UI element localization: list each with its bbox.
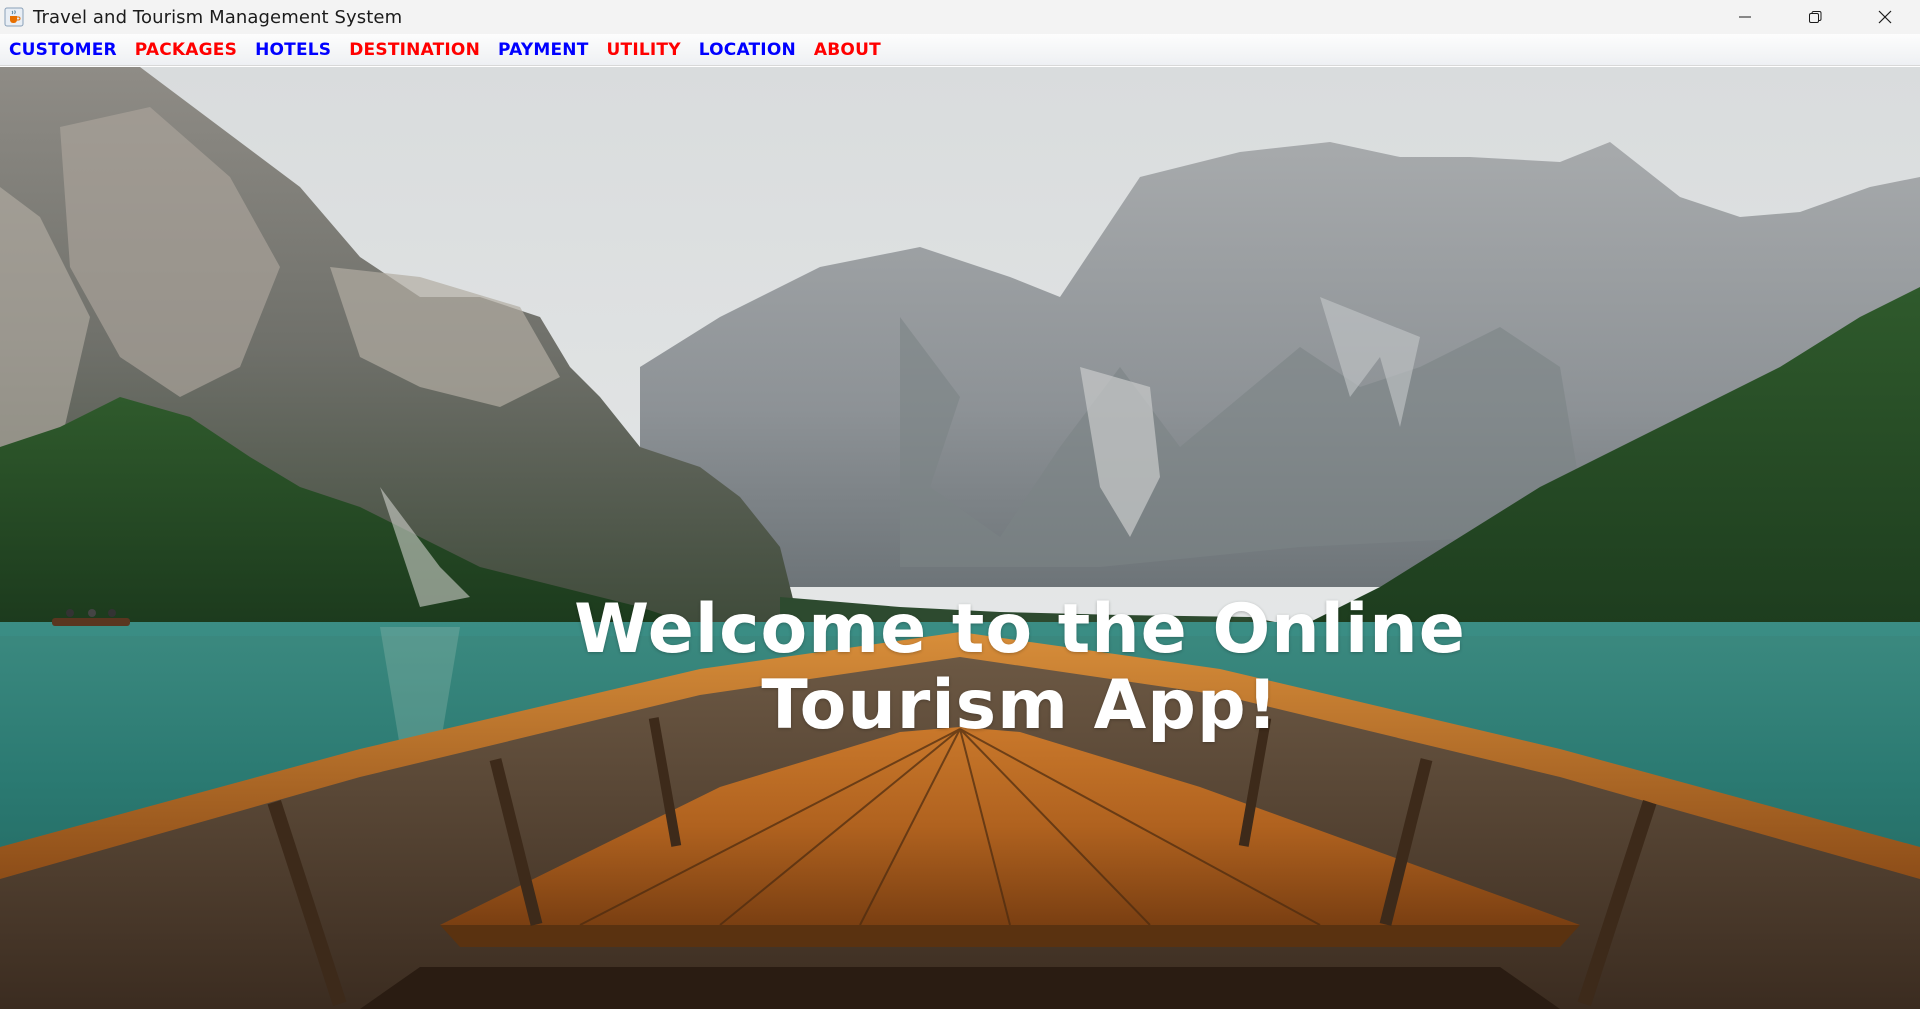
menu-location[interactable]: LOCATION	[699, 40, 796, 60]
menu-utility[interactable]: UTILITY	[607, 40, 681, 60]
close-icon	[1878, 10, 1892, 24]
window-controls	[1710, 0, 1920, 34]
restore-icon	[1809, 11, 1822, 23]
restore-button[interactable]	[1780, 0, 1850, 34]
menu-payment[interactable]: PAYMENT	[498, 40, 589, 60]
menu-destination[interactable]: DESTINATION	[349, 40, 480, 60]
close-button[interactable]	[1850, 0, 1920, 34]
welcome-message: Welcome to the Online Tourism App!	[560, 592, 1480, 744]
menu-about[interactable]: ABOUT	[814, 40, 881, 60]
welcome-line-2: Tourism App!	[761, 666, 1279, 745]
menu-customer[interactable]: CUSTOMER	[9, 40, 117, 60]
main-panel: Welcome to the Online Tourism App!	[0, 67, 1920, 1009]
java-cup-icon[interactable]	[3, 6, 25, 28]
minimize-icon	[1739, 16, 1751, 18]
menu-packages[interactable]: PACKAGES	[135, 40, 237, 60]
app-window: Travel and Tourism Management System CUS…	[0, 0, 1920, 1009]
minimize-button[interactable]	[1710, 0, 1780, 34]
background-image	[0, 67, 1920, 1009]
window-title: Travel and Tourism Management System	[33, 6, 403, 28]
menu-bar: CUSTOMER PACKAGES HOTELS DESTINATION PAY…	[0, 34, 1920, 66]
menu-hotels[interactable]: HOTELS	[255, 40, 331, 60]
title-bar[interactable]: Travel and Tourism Management System	[0, 0, 1920, 34]
welcome-line-1: Welcome to the Online	[574, 590, 1466, 669]
